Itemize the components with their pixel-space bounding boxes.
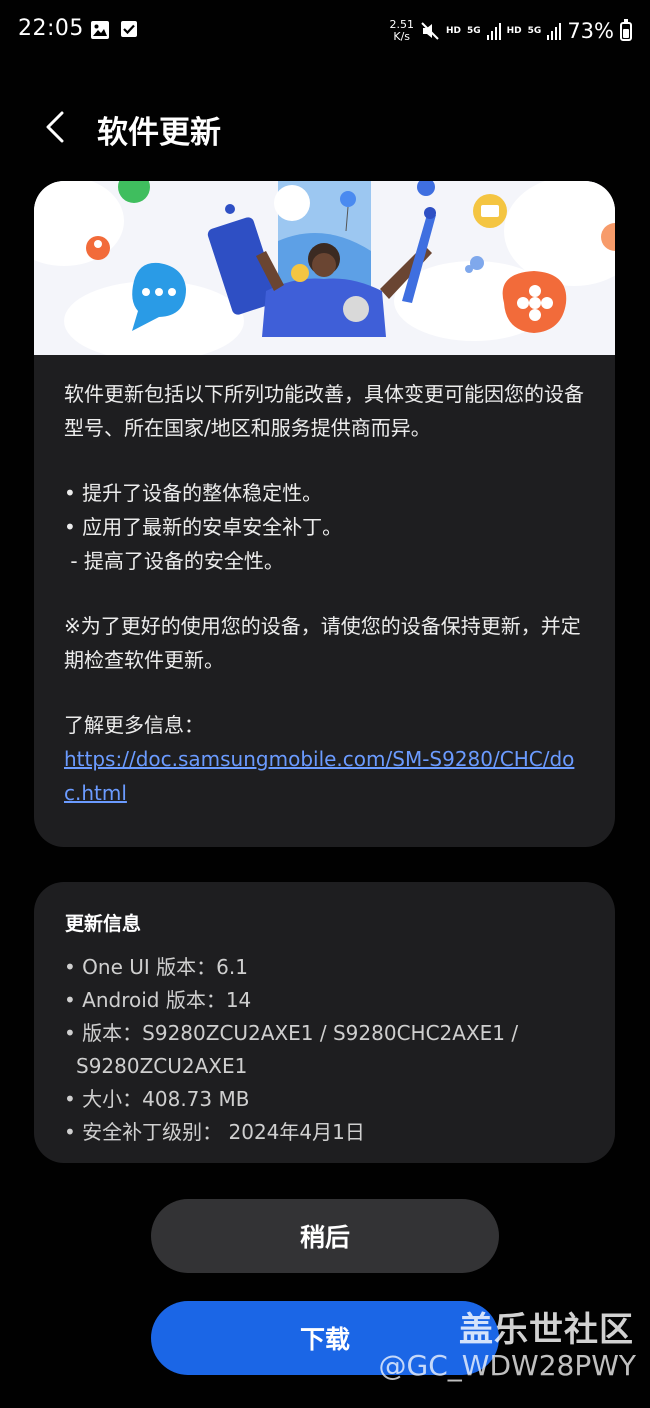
status-bar: 22:05 2.51 K/s HD 5G HD 5G 73% (0, 0, 650, 62)
update-info-title: 更新信息 (65, 913, 142, 935)
signal-icon-2 (547, 23, 562, 40)
network-speed-unit: K/s (393, 30, 411, 43)
description-intro: 软件更新包括以下所列功能改善，具体变更可能因您的设备型号、所在国家/地区和服务提… (64, 382, 584, 440)
info-item-android-version: • Android 版本：14 (64, 988, 252, 1012)
app-header: 软件更新 (0, 95, 650, 165)
network-label-2: 5G (527, 26, 542, 36)
description-bullet-stability: • 提升了设备的整体稳定性。 (64, 481, 323, 505)
update-info-card: 更新信息 • One UI 版本：6.1 • Android 版本：14 • 版… (34, 882, 615, 1163)
gallery-notification-icon (91, 21, 109, 39)
signal-icon-1 (486, 23, 501, 40)
description-bullet-security-patch: • 应用了最新的安卓安全补丁。 (64, 515, 343, 539)
mute-icon (421, 22, 439, 40)
release-notes-link[interactable]: https://doc.samsungmobile.com/SM-S9280/C… (64, 742, 589, 810)
info-item-build-version: • 版本：S9280ZCU2AXE1 / S9280CHC2AXE1 / S92… (64, 1021, 525, 1078)
learn-more-label: 了解更多信息： (64, 713, 204, 737)
status-time: 22:05 (18, 16, 84, 41)
banner-illustration-image (34, 181, 615, 355)
update-banner-illustration (34, 181, 615, 355)
watermark-site: 盖乐世社区 (459, 1310, 634, 1350)
network-speed: 2.51 K/s (389, 19, 414, 43)
later-button[interactable]: 稍后 (151, 1199, 499, 1273)
info-item-size: • 大小：408.73 MB (64, 1087, 250, 1111)
network-label-1: 5G (466, 26, 481, 36)
info-item-security-patch-level: • 安全补丁级别： 2024年4月1日 (64, 1120, 365, 1144)
update-description-card: 软件更新包括以下所列功能改善，具体变更可能因您的设备型号、所在国家/地区和服务提… (34, 181, 615, 847)
back-arrow-icon[interactable] (38, 107, 74, 147)
watermark-user: @GC_WDW28PWY (378, 1349, 636, 1382)
description-note: ※为了更好的使用您的设备，请使您的设备保持更新，并定期检查软件更新。 (64, 614, 581, 672)
hd-label-2: HD (506, 26, 522, 36)
page-title: 软件更新 (97, 115, 221, 151)
info-item-oneui-version: • One UI 版本：6.1 (64, 955, 248, 979)
update-info-list: • One UI 版本：6.1 • Android 版本：14 • 版本：S92… (64, 951, 574, 1149)
battery-icon (620, 18, 632, 41)
battery-percent: 73% (567, 19, 614, 43)
hd-label-1: HD (445, 26, 461, 36)
checkbox-notification-icon (121, 21, 137, 37)
update-description: 软件更新包括以下所列功能改善，具体变更可能因您的设备型号、所在国家/地区和服务提… (64, 377, 589, 810)
status-right-group: 2.51 K/s HD 5G HD 5G 73% (389, 14, 632, 48)
description-bullet-security-sub: - 提高了设备的安全性。 (64, 549, 284, 573)
